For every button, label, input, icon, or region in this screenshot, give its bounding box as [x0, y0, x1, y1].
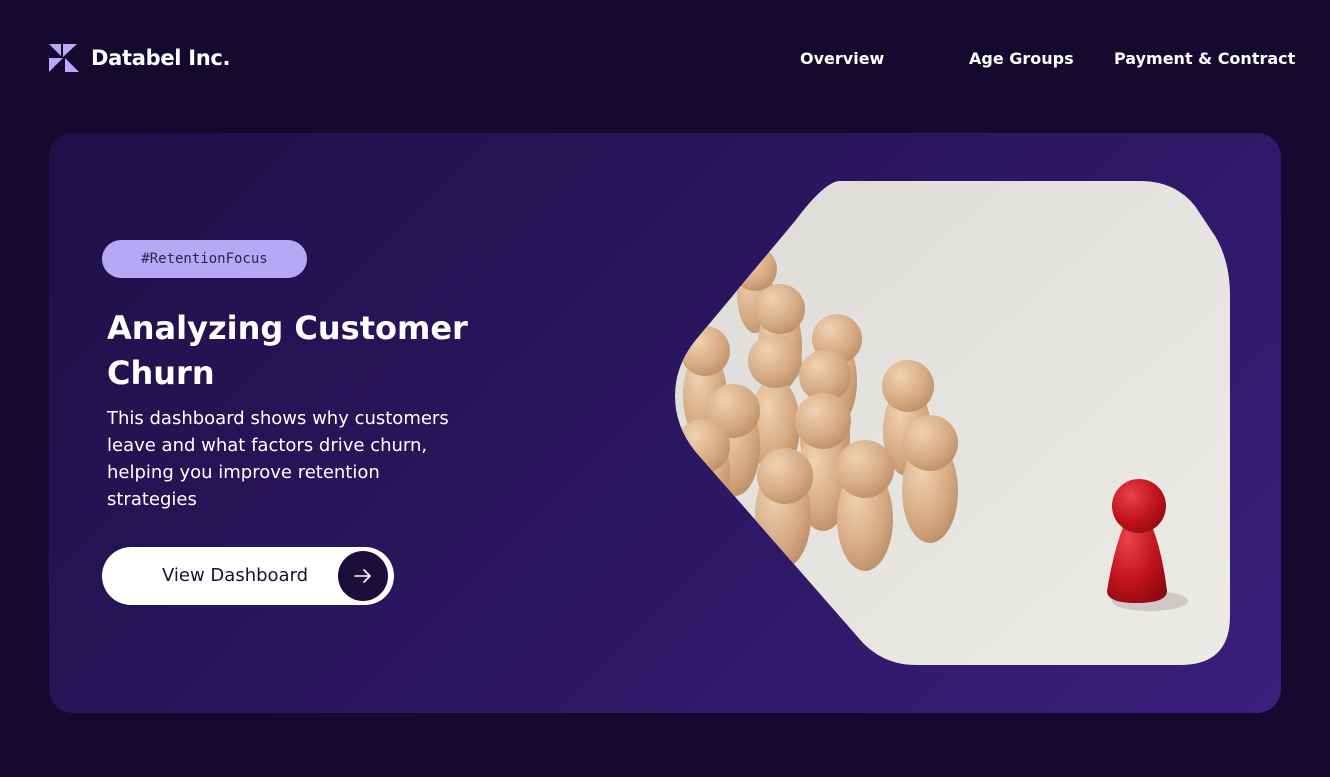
- brand-name: Databel Inc.: [91, 46, 231, 70]
- hero-card: #RetentionFocus Analyzing Customer Churn…: [49, 133, 1281, 713]
- hero-description: This dashboard shows why customers leave…: [107, 408, 449, 510]
- brand-logo[interactable]: Databel Inc.: [49, 44, 230, 72]
- view-dashboard-label: View Dashboard: [162, 565, 309, 586]
- hero-image: [675, 181, 1230, 665]
- hashtag-badge: #RetentionFocus: [102, 240, 307, 278]
- nav-overview[interactable]: Overview: [800, 49, 884, 68]
- view-dashboard-button[interactable]: View Dashboard: [102, 547, 394, 605]
- arrow-right-icon: [338, 551, 388, 601]
- nav-age-groups[interactable]: Age Groups: [969, 49, 1074, 68]
- databel-logo-icon: [49, 44, 79, 72]
- nav-payment-contract[interactable]: Payment & Contract: [1114, 49, 1295, 68]
- page: Databel Inc. Overview Age Groups Payment…: [0, 0, 1330, 777]
- hero-title: Analyzing Customer Churn: [107, 309, 468, 392]
